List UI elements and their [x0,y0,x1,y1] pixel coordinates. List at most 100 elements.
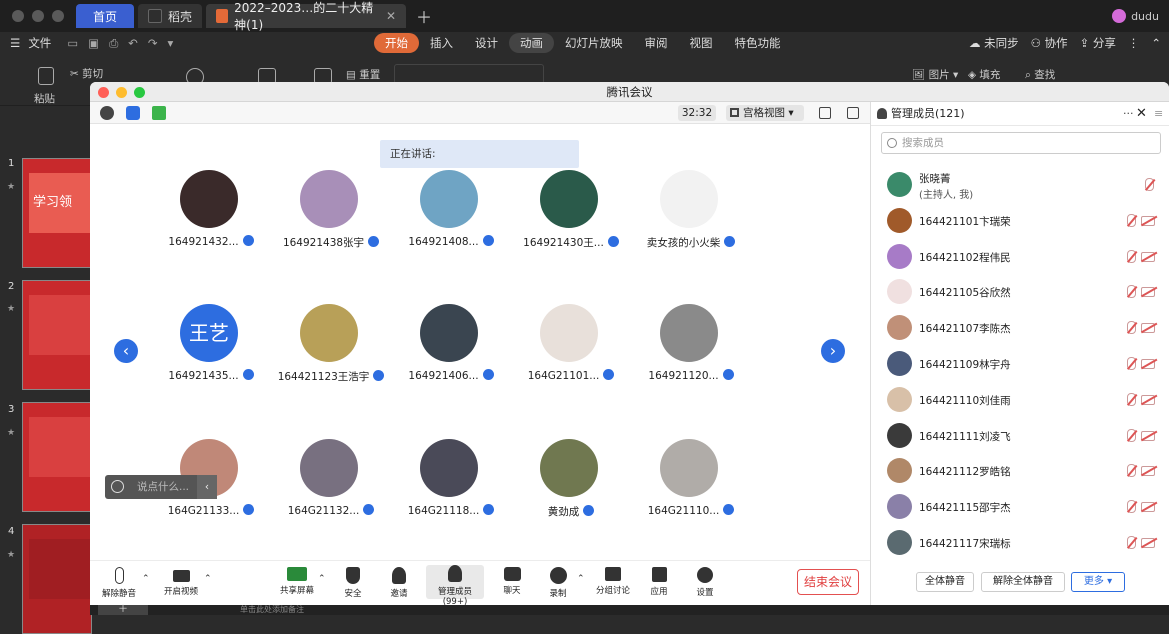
tab-document[interactable]: 2022–2023…的二十大精神(1) ✕ [206,1,407,32]
camera-off-icon[interactable] [1141,466,1155,477]
print-icon[interactable]: ⎙ [109,36,118,51]
maximize-window-icon[interactable] [134,87,145,98]
panel-menu-icon[interactable]: ≡ [1154,102,1163,126]
ribbon-tab-review[interactable]: 审阅 [634,33,679,53]
mic-muted-icon[interactable] [1127,285,1136,299]
notes-hint[interactable]: 单击此处添加备注 [240,605,304,615]
member-search-input[interactable]: 搜索成员 [881,132,1161,154]
more-button[interactable]: 更多 ▾ [1071,572,1125,592]
user-account[interactable]: dudu [1112,9,1159,23]
share-screen-button[interactable]: 共享屏幕 [270,567,324,596]
unmute-button[interactable]: 解除静音 [92,567,146,599]
slide-thumbnail[interactable] [22,524,93,634]
participant-tile[interactable]: 164G21132... [266,439,396,539]
member-row[interactable]: 164421112罗皓铭 [871,454,1169,490]
mic-muted-icon[interactable] [1127,392,1136,406]
ribbon-tab-slideshow[interactable]: 幻灯片放映 [554,33,634,53]
collab-button[interactable]: ⚇ 协作 [1031,35,1068,51]
emoji-icon[interactable] [111,480,124,493]
view-mode-select[interactable]: 宫格视图 ▾ [726,105,804,121]
window-controls[interactable] [12,10,64,22]
mic-muted-icon[interactable] [1127,536,1136,549]
sidebar-toggle-icon[interactable] [847,107,859,119]
slide-thumbnail[interactable]: 学习领 [22,158,93,268]
collapse-chat-icon[interactable]: ‹ [197,475,217,499]
participant-tile[interactable]: 164G21101... [506,304,636,404]
save-icon[interactable]: ▣ [88,36,99,51]
open-icon[interactable]: ▭ [67,36,78,51]
participant-tile[interactable]: 黄劲成 [506,439,636,539]
mic-muted-icon[interactable] [1127,464,1136,478]
member-row[interactable]: 164421117宋瑞标 [871,526,1169,562]
invite-button[interactable]: 邀请 [372,567,426,599]
camera-off-icon[interactable] [1141,287,1155,298]
window-controls[interactable] [98,87,145,98]
share-options-icon[interactable]: ⌃ [318,574,326,584]
mic-muted-icon[interactable] [1127,321,1136,335]
ribbon-tab-insert[interactable]: 插入 [419,33,464,53]
member-row[interactable]: 164421101卞瑞荣 [871,204,1169,240]
participant-tile[interactable]: 164921406... [386,304,516,404]
camera-off-icon[interactable] [1141,359,1155,369]
participant-tile[interactable]: 卖女孩的小火柴 [626,170,756,270]
reset-button[interactable]: ▤ 重置 [346,67,380,82]
undo-icon[interactable]: ↶ [128,36,138,51]
mic-muted-icon[interactable] [1127,213,1136,227]
member-row[interactable]: 164421102程伟民 [871,240,1169,276]
tab-daoke[interactable]: 稻壳 [138,4,203,28]
participant-tile[interactable]: 164921432... [146,170,276,270]
camera-off-icon[interactable] [1141,251,1155,262]
mic-muted-icon[interactable] [1127,357,1136,370]
member-row[interactable]: 164421105谷欣然 [871,275,1169,311]
collapse-icon[interactable]: ⌃ [1151,36,1161,50]
close-panel-icon[interactable]: ✕ [1136,102,1147,126]
info-icon[interactable] [100,106,114,120]
participant-tile[interactable]: 164921430王... [506,170,636,270]
settings-button[interactable]: 设置 [678,567,732,598]
end-meeting-button[interactable]: 结束会议 [797,569,859,595]
participant-tile[interactable]: 164G21110... [626,439,756,539]
fullscreen-icon[interactable] [819,107,831,119]
slide-thumbnail[interactable] [22,280,93,390]
member-row[interactable]: 164421111刘凌飞 [871,419,1169,455]
prev-page-button[interactable]: ‹ [114,339,138,363]
ribbon-tab-features[interactable]: 特色功能 [724,33,792,53]
member-row[interactable]: 164421110刘佳雨 [871,383,1169,419]
chat-input-bar[interactable]: 说点什么... ‹ [105,475,217,499]
member-row[interactable]: 164421115邵宇杰 [871,490,1169,526]
camera-off-icon[interactable] [1141,323,1155,334]
member-row[interactable]: 张晓菁 (主持人, 我) [871,168,1169,204]
signal-icon[interactable] [152,106,166,120]
font-select[interactable] [394,64,544,84]
ribbon-tab-view[interactable]: 视图 [679,33,724,53]
mic-muted-icon[interactable] [1127,249,1136,263]
next-page-button[interactable]: › [821,339,845,363]
video-options-icon[interactable]: ⌃ [204,574,212,584]
member-row[interactable]: 164421107李陈杰 [871,311,1169,347]
record-options-icon[interactable]: ⌃ [577,574,585,584]
participant-tile[interactable]: 164421123王浩宇 [266,304,396,404]
manage-members-button[interactable]: 管理成员(99+) [426,565,484,605]
sync-button[interactable]: ☁ 未同步 [969,35,1019,51]
camera-off-icon[interactable] [1141,394,1155,405]
more-icon[interactable]: ⋮ [1128,36,1140,50]
participant-tile[interactable]: 164G21118... [386,439,516,539]
video-button[interactable]: 开启视频 [154,567,208,597]
shield-icon[interactable] [126,106,140,120]
tab-home[interactable]: 首页 [76,4,134,28]
camera-off-icon[interactable] [1141,215,1155,226]
participant-tile[interactable]: 王艺 164921435... [146,304,276,404]
minimize-window-icon[interactable] [116,87,127,98]
close-window-icon[interactable] [98,87,109,98]
camera-off-icon[interactable] [1141,538,1155,548]
ribbon-tab-design[interactable]: 设计 [464,33,509,53]
participant-tile[interactable]: 164921438张宇 [266,170,396,270]
fill-button[interactable]: ◈ 填充 [968,67,1000,82]
redo-icon[interactable]: ↷ [148,36,158,51]
unmute-all-button[interactable]: 解除全体静音 [981,572,1065,592]
more-options-icon[interactable]: ··· [1123,102,1134,126]
mic-muted-icon[interactable] [1127,500,1136,514]
camera-off-icon[interactable] [1141,430,1155,441]
find-button[interactable]: ⌕ 查找 [1025,67,1055,82]
add-slide-button[interactable]: ＋ [98,605,148,615]
